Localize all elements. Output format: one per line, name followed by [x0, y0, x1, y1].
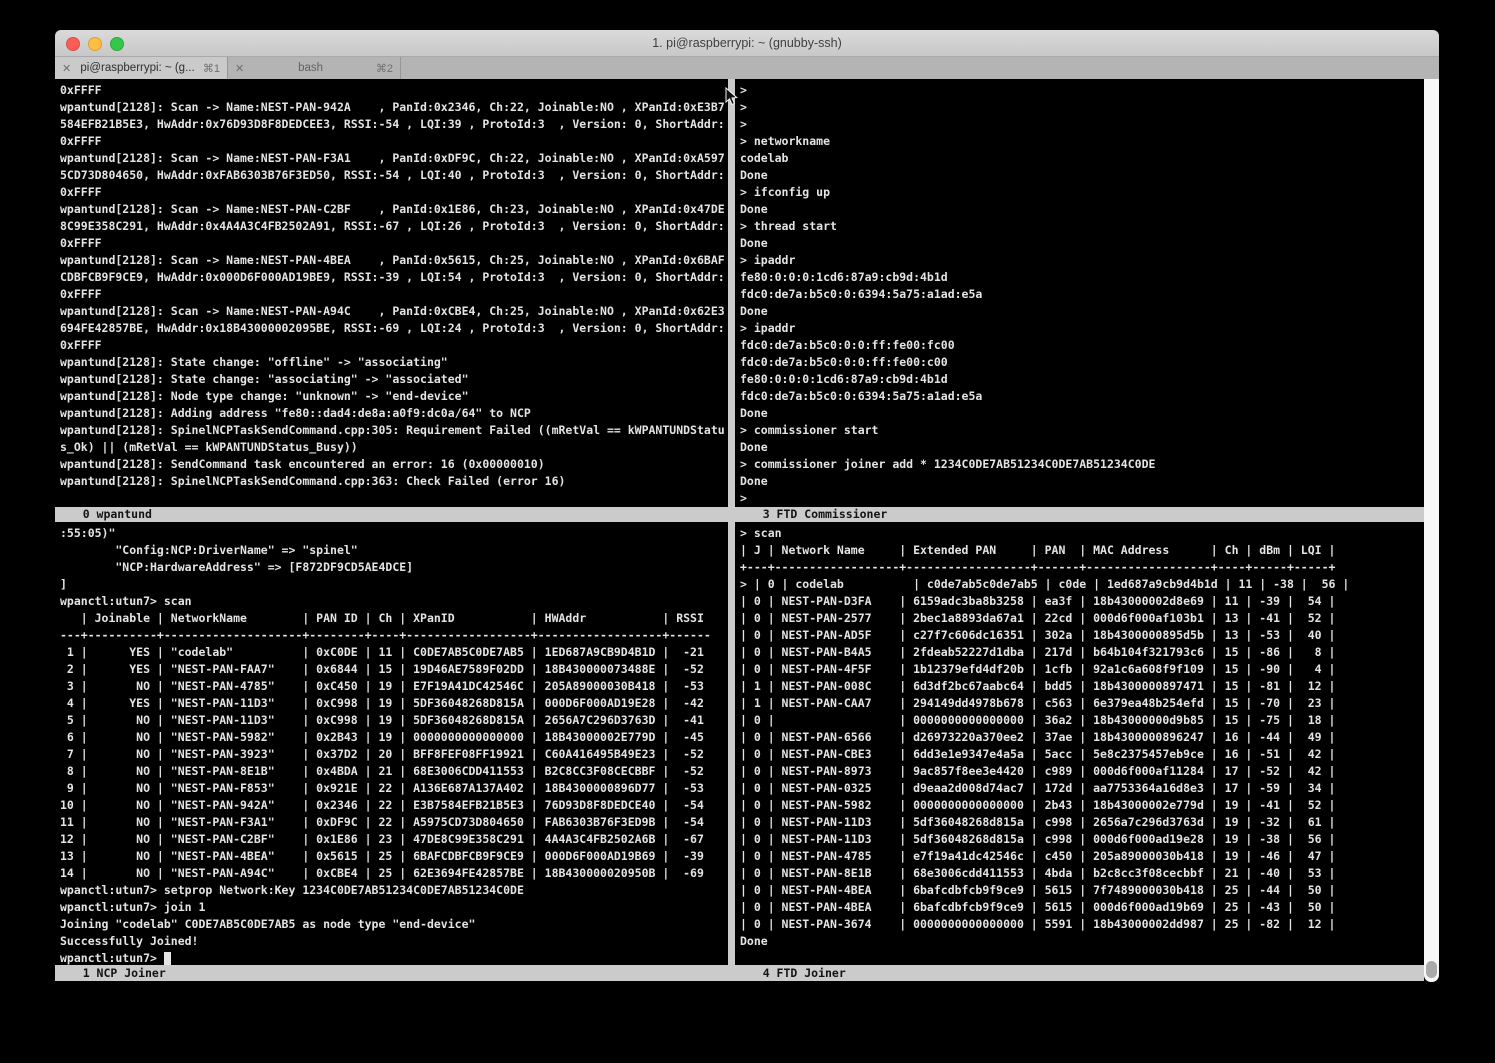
terminal-cursor — [164, 952, 171, 965]
scrollbar-thumb[interactable] — [1426, 961, 1437, 978]
ncp-joiner-text: :55:05)" "Config:NCP:DriverName" => "spi… — [55, 522, 728, 965]
pane-status-ncp-joiner: 1 NCP Joiner — [55, 965, 728, 981]
tab-label: pi@raspberrypi: ~ (g... — [78, 62, 197, 74]
tab-label: bash — [251, 62, 370, 74]
minimize-window-button[interactable] — [88, 37, 102, 51]
pane-status-ftd-commissioner: 3 FTD Commissioner — [735, 507, 1424, 522]
tab-shortcut: ⌘1 — [203, 62, 220, 75]
tab-close-icon[interactable]: ✕ — [235, 62, 244, 75]
zoom-window-button[interactable] — [110, 37, 124, 51]
scrollbar-track[interactable] — [1424, 79, 1439, 982]
pane-status-wpantund: 0 wpantund — [55, 507, 728, 522]
wpantund-log-text: 0xFFFF wpantund[2128]: Scan -> Name:NEST… — [55, 79, 728, 490]
pane-wpantund-log[interactable]: 0xFFFF wpantund[2128]: Scan -> Name:NEST… — [55, 79, 728, 507]
traffic-lights — [66, 37, 124, 51]
pane-ftd-commissioner[interactable]: > > > > networkname codelab Done > ifcon… — [735, 79, 1424, 507]
window-title: 1. pi@raspberrypi: ~ (gnubby-ssh) — [55, 30, 1439, 56]
close-window-button[interactable] — [66, 37, 80, 51]
tab-bar: ✕ pi@raspberrypi: ~ (g... ⌘1 ✕ bash ⌘2 — [55, 57, 1439, 80]
ftd-commissioner-text: > > > > networkname codelab Done > ifcon… — [735, 79, 1424, 507]
pane-status-ftd-joiner: 4 FTD Joiner — [735, 965, 1424, 981]
tab-bash[interactable]: ✕ bash ⌘2 — [228, 57, 401, 79]
pane-ftd-joiner[interactable]: > scan | J | Network Name | Extended PAN… — [735, 522, 1424, 965]
tab-close-icon[interactable]: ✕ — [62, 62, 71, 75]
pane-divider[interactable] — [728, 79, 735, 981]
window-titlebar[interactable]: 1. pi@raspberrypi: ~ (gnubby-ssh) — [55, 30, 1439, 57]
terminal-window: 1. pi@raspberrypi: ~ (gnubby-ssh) ✕ pi@r… — [55, 30, 1439, 1063]
tab-ssh-session[interactable]: ✕ pi@raspberrypi: ~ (g... ⌘1 — [55, 57, 228, 79]
tab-shortcut: ⌘2 — [376, 62, 393, 75]
mouse-pointer-icon — [725, 87, 738, 106]
ftd-joiner-text: > scan | J | Network Name | Extended PAN… — [735, 522, 1424, 950]
terminal-content: 0xFFFF wpantund[2128]: Scan -> Name:NEST… — [55, 79, 1439, 1063]
pane-ncp-joiner[interactable]: :55:05)" "Config:NCP:DriverName" => "spi… — [55, 522, 728, 965]
